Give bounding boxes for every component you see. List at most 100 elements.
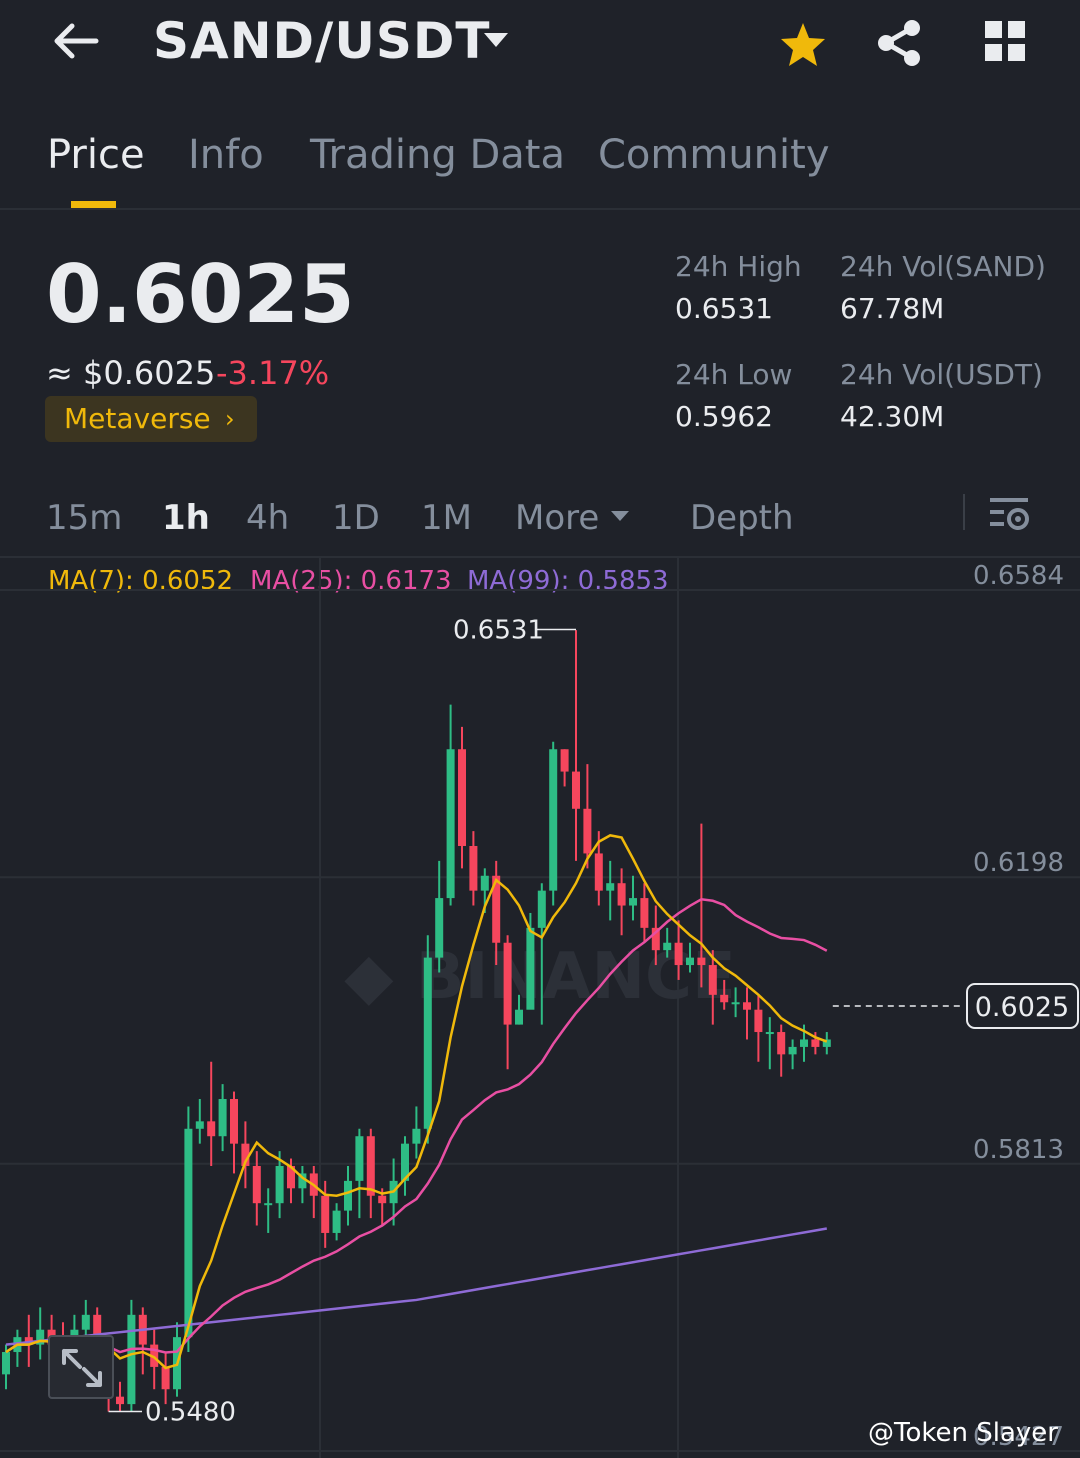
- candle-body: [435, 898, 444, 958]
- candle-body: [366, 1136, 375, 1196]
- back-arrow-icon[interactable]: [50, 18, 100, 64]
- tab-info[interactable]: Info: [188, 132, 264, 178]
- active-tab-indicator: [71, 201, 116, 208]
- candle-body: [629, 898, 637, 906]
- high-label: 24h High: [675, 250, 802, 283]
- interval-1h[interactable]: 1h: [162, 498, 210, 538]
- candle-body: [606, 883, 615, 891]
- candle-body: [264, 1203, 273, 1206]
- candle-body: [617, 883, 626, 906]
- candle-body: [594, 853, 603, 891]
- tab-community[interactable]: Community: [598, 132, 830, 178]
- candlestick-chart[interactable]: 0.65840.61980.58130.5427◆ BINANCE 0.60250…: [0, 558, 1080, 1458]
- low-value: 0.5962: [675, 400, 773, 433]
- ma7-line: [5, 834, 828, 1370]
- candle-body: [788, 1046, 797, 1055]
- current-price-label: 0.6025: [975, 992, 1069, 1023]
- candle-body: [720, 994, 729, 1003]
- expand-icon: [62, 1349, 102, 1387]
- candle-body: [480, 875, 489, 891]
- candle-body: [583, 808, 592, 854]
- candle-body: [2, 1352, 10, 1375]
- category-tag-label: Metaverse: [64, 402, 211, 435]
- tab-price[interactable]: Price: [47, 132, 145, 178]
- grid-menu-icon[interactable]: [982, 18, 1028, 64]
- candle-body: [344, 1180, 352, 1211]
- candle-body: [674, 942, 683, 966]
- candle-body: [572, 771, 580, 809]
- chevron-down-icon[interactable]: [610, 510, 630, 522]
- depth-tab[interactable]: Depth: [690, 498, 794, 538]
- price-axis-label: 0.6198: [973, 848, 1064, 878]
- low-marker-label: 0.5480: [145, 1398, 236, 1428]
- section-tabs: Price Info Trading Data Community: [0, 110, 1080, 210]
- candle-body: [184, 1128, 193, 1338]
- candle-body: [526, 927, 535, 1010]
- candle-body: [218, 1099, 227, 1137]
- candle-body: [321, 1195, 330, 1233]
- interval-4h[interactable]: 4h: [246, 498, 289, 538]
- candle-body: [515, 1009, 523, 1025]
- high-value: 0.6531: [675, 292, 773, 325]
- candle-body: [195, 1121, 204, 1129]
- low-label: 24h Low: [675, 358, 793, 391]
- candle-body: [697, 957, 706, 966]
- candle-body: [537, 890, 546, 928]
- top-bar: SAND/USDT: [0, 0, 1080, 88]
- vol-quote-value: 42.30M: [840, 400, 945, 433]
- candle-body: [663, 942, 672, 951]
- pair-title[interactable]: SAND/USDT: [153, 12, 491, 70]
- category-tag[interactable]: Metaverse ›: [45, 396, 257, 442]
- candle-body: [549, 749, 558, 891]
- candle-body: [708, 965, 717, 995]
- fiat-price: ≈ $0.6025: [46, 354, 216, 392]
- candle-body: [161, 1366, 170, 1390]
- candle-body: [560, 749, 569, 772]
- interval-bar: 15m 1h 4h 1D 1M More Depth: [0, 480, 1080, 558]
- candle-body: [640, 898, 649, 928]
- chevron-right-icon: ›: [225, 405, 235, 433]
- candle-body: [378, 1195, 387, 1204]
- interval-1d[interactable]: 1D: [332, 498, 380, 538]
- candle-body: [81, 1314, 90, 1330]
- price-axis-label: 0.5813: [973, 1135, 1064, 1165]
- candle-body: [332, 1210, 341, 1233]
- candle-body: [754, 1009, 763, 1033]
- price-axis-label: 0.6584: [973, 561, 1064, 591]
- candle-body: [777, 1032, 786, 1055]
- vol-base-value: 67.78M: [840, 292, 945, 325]
- high-marker-label: 0.6531: [453, 615, 544, 645]
- chart-settings-icon[interactable]: [988, 494, 1030, 534]
- candle-body: [423, 957, 432, 1129]
- price-change-percent: -3.17%: [216, 354, 330, 392]
- candle-body: [355, 1136, 364, 1181]
- candle-body: [469, 845, 478, 891]
- candle-body: [116, 1396, 124, 1405]
- candle-body: [731, 1002, 740, 1005]
- candle-body: [127, 1314, 136, 1405]
- tab-trading-data[interactable]: Trading Data: [310, 132, 565, 178]
- favorite-star-icon[interactable]: [778, 20, 828, 70]
- share-icon[interactable]: [874, 18, 924, 68]
- divider: [963, 494, 965, 530]
- candle-body: [811, 1039, 820, 1047]
- candle-body: [503, 942, 512, 1025]
- candle-body: [743, 1002, 751, 1010]
- candle-body: [686, 957, 694, 966]
- interval-15m[interactable]: 15m: [46, 498, 122, 538]
- candle-body: [446, 749, 455, 899]
- candle-body: [800, 1039, 808, 1047]
- vol-quote-label: 24h Vol(USDT): [840, 358, 1043, 391]
- candle-body: [230, 1099, 238, 1144]
- watermark-credit: @Token Slayer: [868, 1418, 1058, 1448]
- last-price: 0.6025: [46, 248, 355, 341]
- interval-1m[interactable]: 1M: [421, 498, 472, 538]
- candle-body: [207, 1121, 216, 1137]
- candle-body: [765, 1032, 774, 1035]
- chevron-down-icon[interactable]: [482, 30, 510, 50]
- expand-chart-button[interactable]: [48, 1335, 114, 1399]
- candle-body: [458, 749, 466, 846]
- vol-base-label: 24h Vol(SAND): [840, 250, 1046, 283]
- interval-more[interactable]: More: [515, 498, 599, 538]
- candle-body: [412, 1128, 421, 1144]
